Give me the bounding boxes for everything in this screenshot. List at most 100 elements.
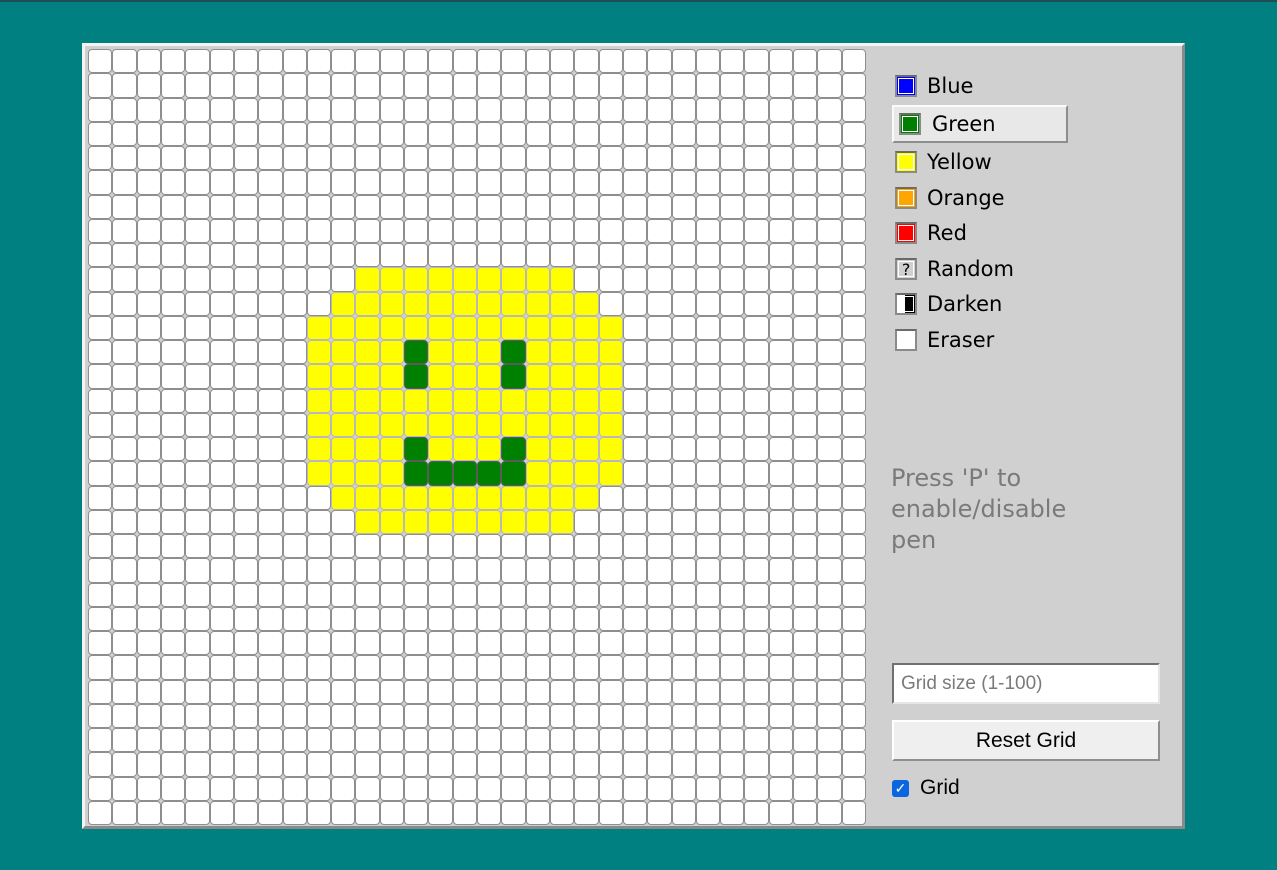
grid-cell[interactable] xyxy=(379,534,405,559)
grid-cell[interactable] xyxy=(841,315,866,340)
grid-cell[interactable] xyxy=(306,655,332,680)
grid-cell[interactable] xyxy=(793,582,818,607)
grid-cell[interactable] xyxy=(622,412,648,437)
grid-cell[interactable] xyxy=(793,243,818,268)
grid-cell[interactable] xyxy=(452,243,477,268)
grid-cell[interactable] xyxy=(695,388,721,413)
grid-cell[interactable] xyxy=(185,534,210,559)
grid-cell[interactable] xyxy=(306,485,332,510)
grid-cell[interactable] xyxy=(549,412,575,437)
grid-cell[interactable] xyxy=(331,218,356,243)
grid-cell[interactable] xyxy=(744,534,769,559)
grid-cell[interactable] xyxy=(744,267,769,292)
grid-cell[interactable] xyxy=(671,146,696,171)
grid-cell[interactable] xyxy=(501,73,526,98)
grid-cell[interactable] xyxy=(501,388,526,413)
grid-cell[interactable] xyxy=(477,267,502,292)
grid-cell[interactable] xyxy=(379,412,405,437)
grid-cell[interactable] xyxy=(574,146,599,171)
grid-cell[interactable] xyxy=(477,631,502,656)
grid-cell[interactable] xyxy=(744,73,769,98)
grid-cell[interactable] xyxy=(841,340,866,365)
grid-cell[interactable] xyxy=(744,582,769,607)
grid-cell[interactable] xyxy=(720,412,745,437)
grid-cell[interactable] xyxy=(355,752,380,777)
grid-cell[interactable] xyxy=(671,534,696,559)
grid-cell[interactable] xyxy=(720,655,745,680)
grid-cell[interactable] xyxy=(525,655,550,680)
grid-cell[interactable] xyxy=(233,364,259,389)
grid-cell[interactable] xyxy=(622,728,648,753)
grid-cell[interactable] xyxy=(331,728,356,753)
grid-cell[interactable] xyxy=(258,461,283,486)
grid-cell[interactable] xyxy=(379,631,405,656)
grid-cell[interactable] xyxy=(622,703,648,728)
grid-cell[interactable] xyxy=(817,194,842,219)
grid-cell[interactable] xyxy=(549,631,575,656)
grid-cell[interactable] xyxy=(331,631,356,656)
grid-cell[interactable] xyxy=(501,606,526,631)
grid-cell[interactable] xyxy=(720,800,745,825)
grid-cell[interactable] xyxy=(647,679,672,704)
grid-cell[interactable] xyxy=(501,291,526,316)
grid-cell[interactable] xyxy=(160,267,186,292)
grid-cell[interactable] xyxy=(477,49,502,74)
grid-cell[interactable] xyxy=(160,703,186,728)
grid-cell[interactable] xyxy=(379,170,405,195)
grid-cell[interactable] xyxy=(793,776,818,801)
grid-cell[interactable] xyxy=(574,194,599,219)
grid-cell[interactable] xyxy=(160,364,186,389)
grid-cell[interactable] xyxy=(379,291,405,316)
grid-cell[interactable] xyxy=(598,461,623,486)
grid-cell[interactable] xyxy=(525,194,550,219)
grid-cell[interactable] xyxy=(258,267,283,292)
grid-cell[interactable] xyxy=(306,509,332,534)
grid-cell[interactable] xyxy=(501,509,526,534)
grid-cell[interactable] xyxy=(841,728,866,753)
grid-cell[interactable] xyxy=(744,170,769,195)
grid-cell[interactable] xyxy=(379,243,405,268)
grid-cell[interactable] xyxy=(185,582,210,607)
grid-cell[interactable] xyxy=(88,121,113,146)
grid-cell[interactable] xyxy=(549,703,575,728)
grid-cell[interactable] xyxy=(404,437,429,462)
grid-cell[interactable] xyxy=(768,388,794,413)
grid-cell[interactable] xyxy=(404,558,429,583)
grid-cell[interactable] xyxy=(233,291,259,316)
grid-cell[interactable] xyxy=(841,558,866,583)
grid-cell[interactable] xyxy=(428,73,453,98)
grid-cell[interactable] xyxy=(768,509,794,534)
grid-cell[interactable] xyxy=(88,315,113,340)
grid-cell[interactable] xyxy=(404,243,429,268)
grid-cell[interactable] xyxy=(306,170,332,195)
grid-cell[interactable] xyxy=(647,218,672,243)
grid-cell[interactable] xyxy=(695,800,721,825)
grid-cell[interactable] xyxy=(428,485,453,510)
grid-cell[interactable] xyxy=(282,170,307,195)
grid-cell[interactable] xyxy=(306,121,332,146)
grid-cell[interactable] xyxy=(112,73,137,98)
grid-cell[interactable] xyxy=(258,170,283,195)
grid-cell[interactable] xyxy=(379,461,405,486)
grid-cell[interactable] xyxy=(404,412,429,437)
grid-cell[interactable] xyxy=(501,170,526,195)
grid-cell[interactable] xyxy=(379,146,405,171)
grid-cell[interactable] xyxy=(209,49,234,74)
grid-cell[interactable] xyxy=(695,412,721,437)
grid-cell[interactable] xyxy=(574,340,599,365)
grid-cell[interactable] xyxy=(306,437,332,462)
grid-size-input[interactable] xyxy=(892,663,1160,704)
grid-cell[interactable] xyxy=(768,412,794,437)
grid-cell[interactable] xyxy=(695,437,721,462)
grid-cell[interactable] xyxy=(744,340,769,365)
grid-cell[interactable] xyxy=(720,121,745,146)
grid-cell[interactable] xyxy=(160,509,186,534)
grid-cell[interactable] xyxy=(793,437,818,462)
grid-cell[interactable] xyxy=(477,412,502,437)
grid-cell[interactable] xyxy=(258,800,283,825)
grid-cell[interactable] xyxy=(744,121,769,146)
grid-cell[interactable] xyxy=(88,146,113,171)
grid-cell[interactable] xyxy=(574,388,599,413)
grid-cell[interactable] xyxy=(695,558,721,583)
grid-cell[interactable] xyxy=(671,49,696,74)
